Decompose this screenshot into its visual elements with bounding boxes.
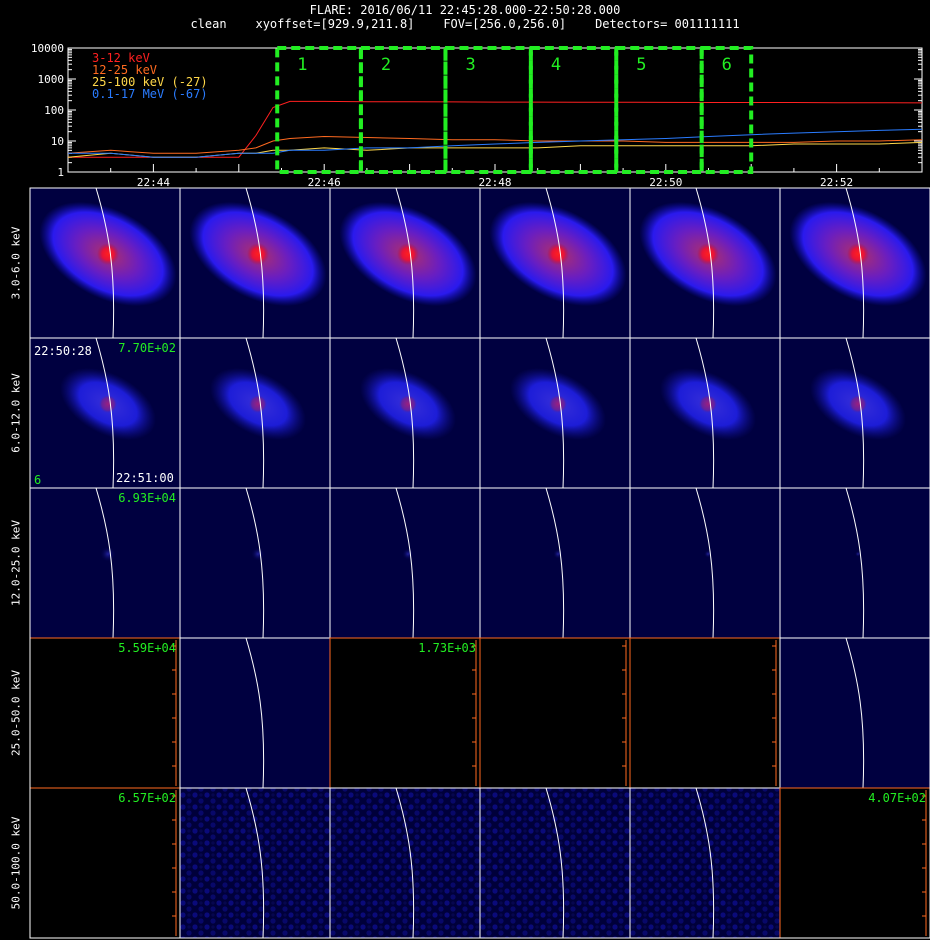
map-panel [179,637,331,789]
value-annotation: 7.70E+02 [118,341,176,355]
source-core [397,243,419,265]
map-panel [329,487,481,639]
source-core [549,395,567,413]
source-core [99,395,117,413]
source-core [399,395,417,413]
source-core [697,243,719,265]
row-label-4: 50.0-100.0 keV [9,816,23,910]
time-start-label: 22:50:28 [34,344,92,358]
empty-panel [479,637,631,789]
source-faint [251,547,265,561]
map-panel [179,787,331,939]
map-panel [629,787,781,939]
value-annotation: 6.57E+02 [118,791,176,805]
map-panel [179,487,331,639]
value-annotation: 1.73E+03 [418,641,476,655]
map-panel [779,637,930,789]
empty-panel [329,637,481,789]
source-faint [402,548,414,560]
map-panel [29,487,181,639]
row-label-0: 3.0-6.0 keV [9,226,23,300]
image-grid: 7.70E+02 6.93E+04 5.59E+04 1.73E+03 6.57E+02… [29,187,930,939]
source-core [547,243,569,265]
source-core [849,395,867,413]
source-core [847,243,869,265]
empty-panel [29,787,181,939]
map-panel [629,487,781,639]
value-annotation: 5.59E+04 [118,641,176,655]
row-label-3: 25.0-50.0 keV [9,669,23,757]
map-panel [329,787,481,939]
source-core [249,395,267,413]
time-end-label: 22:51:00 [116,471,174,485]
map-panel [779,487,930,639]
value-annotation: 6.93E+04 [118,491,176,505]
row-label-2: 12.0-25.0 keV [9,519,23,607]
empty-panel [29,637,181,789]
source-faint [553,549,563,559]
empty-panel [629,637,781,789]
source-core [247,243,269,265]
source-faint [100,546,116,562]
map-panel [479,787,631,939]
interval-index-label: 6 [34,473,42,487]
empty-panel [779,787,930,939]
map-panel [479,487,631,639]
row-label-1: 6.0-12.0 keV [9,373,23,453]
source-core [699,395,717,413]
source-core [97,243,119,265]
value-annotation: 4.07E+02 [868,791,926,805]
